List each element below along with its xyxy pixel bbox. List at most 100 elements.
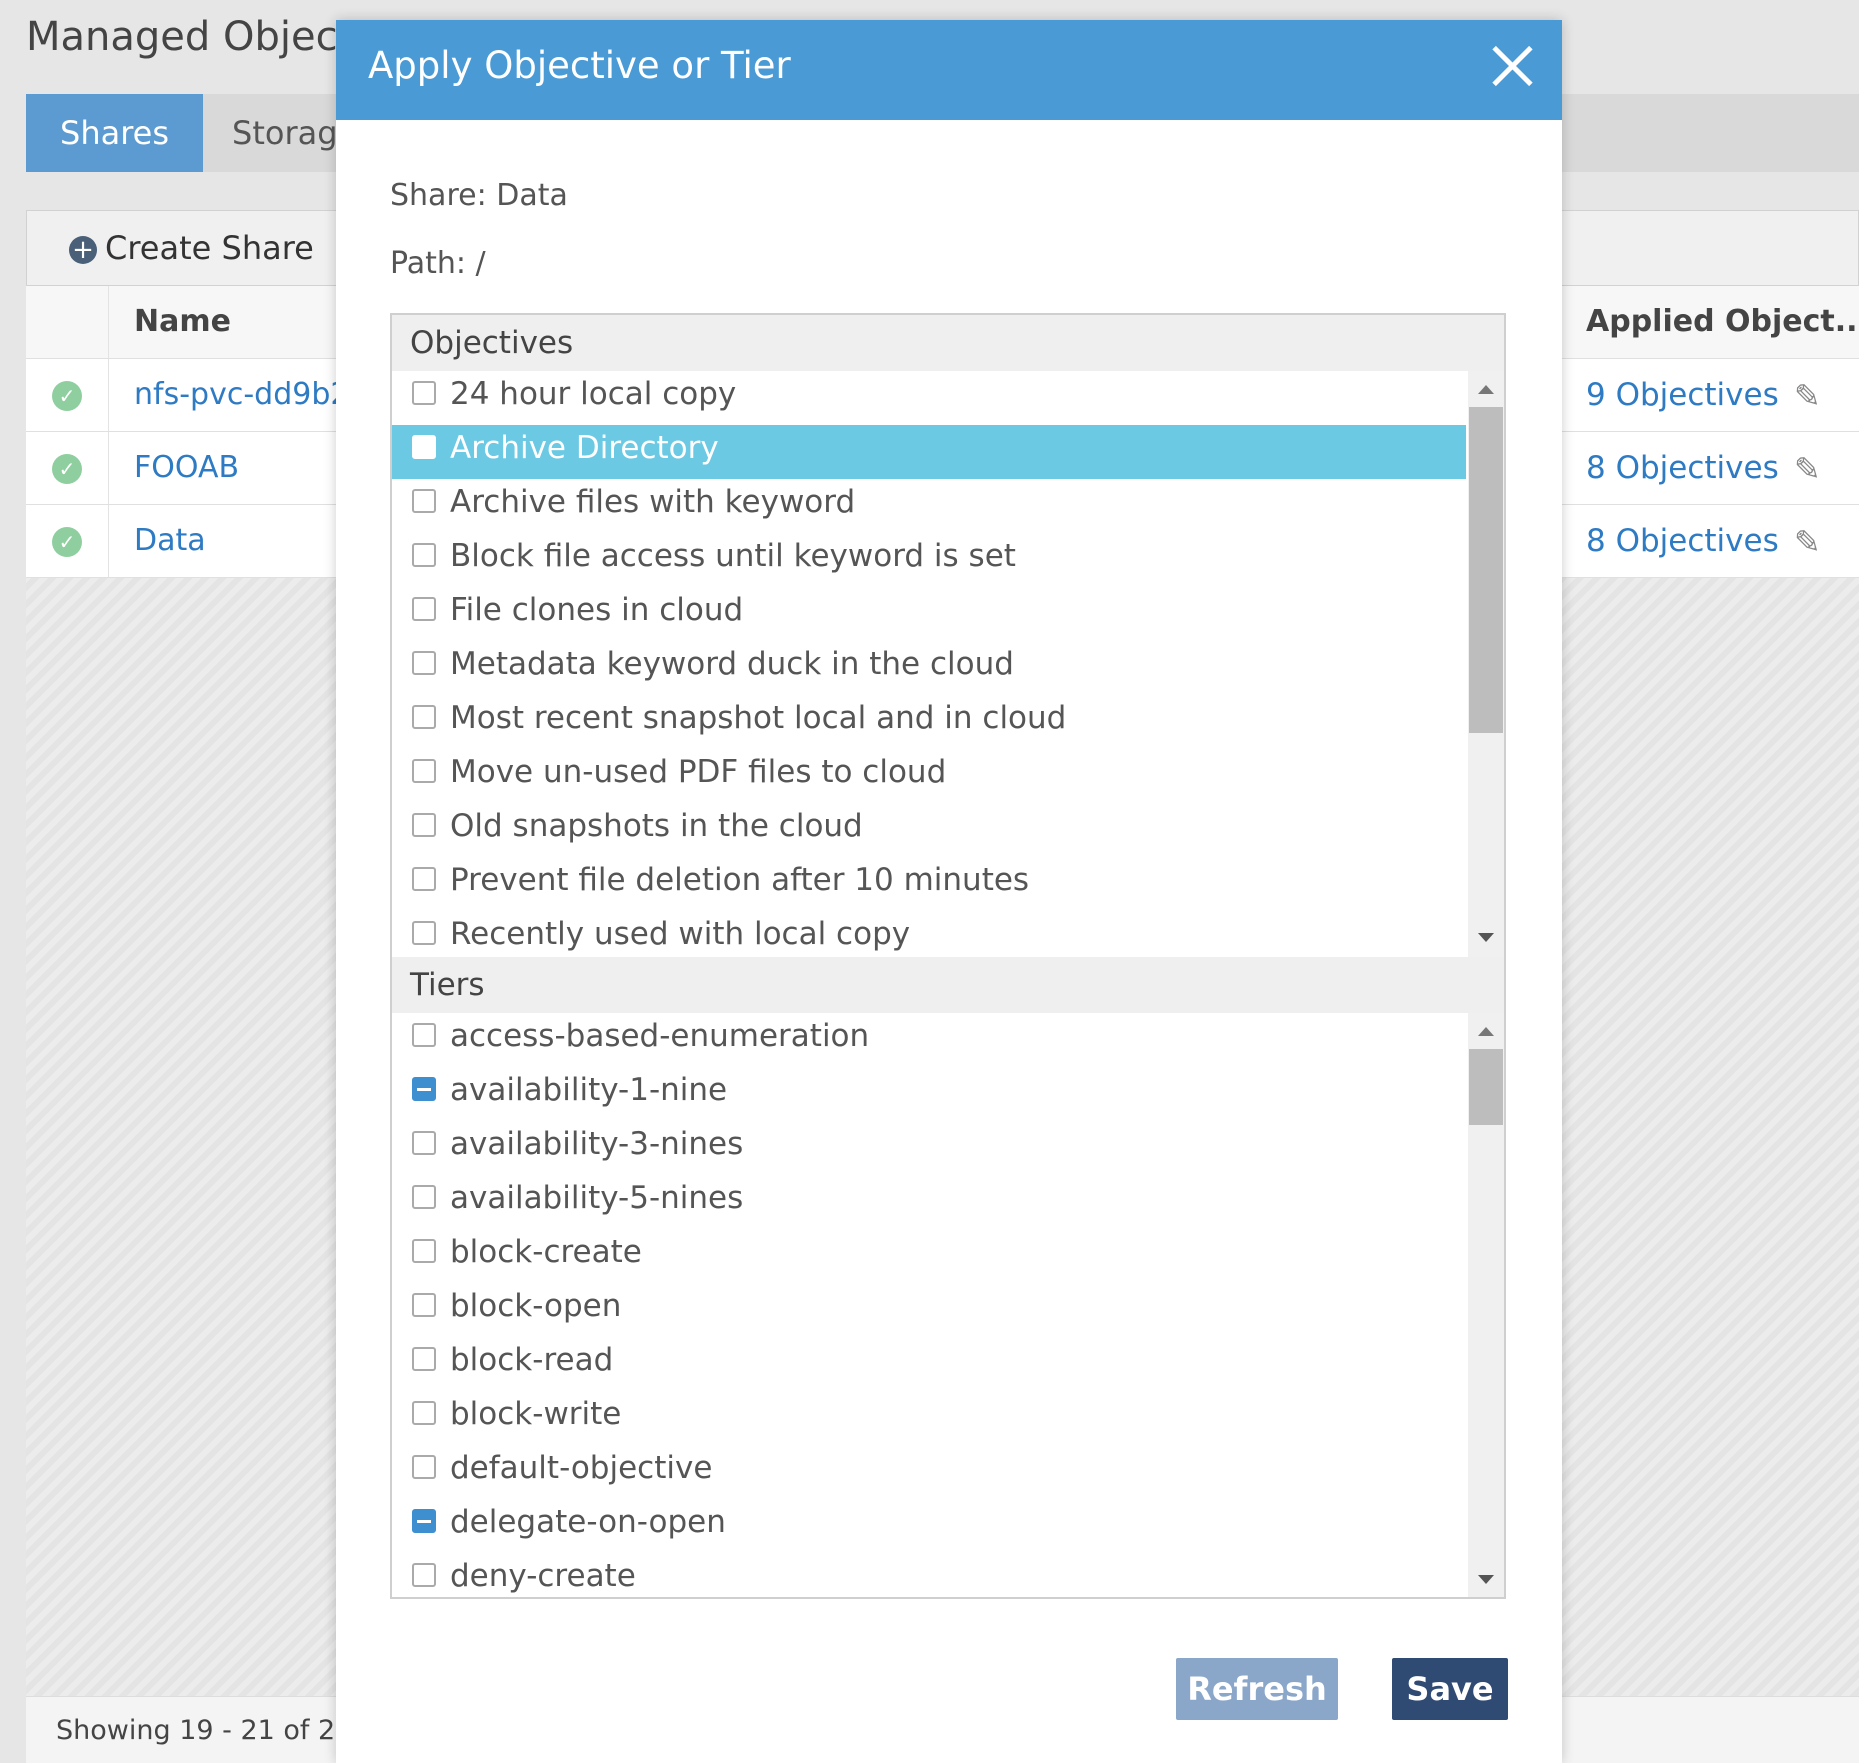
scroll-up-arrow-icon[interactable] xyxy=(1478,1027,1494,1036)
tier-item[interactable]: block-write xyxy=(392,1391,1466,1445)
create-share-label: Create Share xyxy=(105,229,314,267)
objectives-list: 24 hour local copy Archive Directory Archi… xyxy=(392,371,1466,957)
checkbox[interactable] xyxy=(412,1455,436,1479)
tier-item-label: availability-1-nine xyxy=(450,1072,728,1108)
checkbox[interactable] xyxy=(412,543,436,567)
tier-item-label: availability-3-nines xyxy=(450,1126,744,1162)
checkbox[interactable] xyxy=(412,1293,436,1317)
page-title: Managed Object xyxy=(26,14,354,60)
tier-item-label: delegate-on-open xyxy=(450,1504,726,1540)
partial-checkbox[interactable] xyxy=(412,1509,436,1533)
dialog-title: Apply Objective or Tier xyxy=(368,44,791,87)
checkbox[interactable] xyxy=(412,597,436,621)
tiers-heading: Tiers xyxy=(410,967,485,1003)
plus-circle-icon: + xyxy=(69,236,97,264)
checkbox[interactable] xyxy=(412,1347,436,1371)
objective-item[interactable]: Metadata keyword duck in the cloud xyxy=(392,641,1466,695)
objective-item-label: File clones in cloud xyxy=(450,592,744,628)
pencil-icon[interactable]: ✎ xyxy=(1794,450,1821,488)
objective-item-label: Most recent snapshot local and in cloud xyxy=(450,700,1067,736)
check-circle-icon: ✓ xyxy=(52,527,82,557)
tiers-list: access-based-enumeration availability-1-n… xyxy=(392,1013,1466,1597)
objective-item[interactable]: Block file access until keyword is set xyxy=(392,533,1466,587)
tier-item[interactable]: availability-3-nines xyxy=(392,1121,1466,1175)
objective-item[interactable]: Archive Directory xyxy=(392,425,1466,479)
tiers-scroll-thumb[interactable] xyxy=(1469,1049,1503,1125)
checkbox[interactable] xyxy=(412,1185,436,1209)
checkbox[interactable] xyxy=(412,705,436,729)
applied-objectives-link[interactable]: 8 Objectives xyxy=(1586,432,1779,504)
tier-item[interactable]: default-objective xyxy=(392,1445,1466,1499)
objective-item[interactable]: 24 hour local copy xyxy=(392,371,1466,425)
tier-item-label: block-open xyxy=(450,1288,622,1324)
checkbox[interactable] xyxy=(412,1023,436,1047)
objective-item-label: 24 hour local copy xyxy=(450,376,737,412)
tier-item[interactable]: block-open xyxy=(392,1283,1466,1337)
checkbox[interactable] xyxy=(412,1131,436,1155)
objectives-scrollbar[interactable] xyxy=(1468,371,1504,957)
applied-objectives-link[interactable]: 8 Objectives xyxy=(1586,505,1779,577)
checkbox[interactable] xyxy=(412,759,436,783)
partial-checkbox[interactable] xyxy=(412,1077,436,1101)
objective-item[interactable]: Old snapshots in the cloud xyxy=(392,803,1466,857)
checkbox[interactable] xyxy=(412,489,436,513)
status-cell: ✓ xyxy=(26,432,109,504)
objective-item[interactable]: Prevent file deletion after 10 minutes xyxy=(392,857,1466,911)
share-name-link[interactable]: nfs-pvc-dd9b2 xyxy=(134,359,349,431)
objective-item[interactable]: Archive files with keyword xyxy=(392,479,1466,533)
apply-objective-dialog: Apply Objective or Tier Share: Data Path… xyxy=(336,20,1562,1763)
tier-item[interactable]: block-read xyxy=(392,1337,1466,1391)
tier-item[interactable]: deny-create xyxy=(392,1553,1466,1597)
status-cell: ✓ xyxy=(26,505,109,577)
checkbox[interactable] xyxy=(412,921,436,945)
tab-shares[interactable]: Shares xyxy=(26,94,204,172)
checkbox[interactable] xyxy=(412,1239,436,1263)
tier-item-label: default-objective xyxy=(450,1450,713,1486)
objective-item[interactable]: Recently used with local copy xyxy=(392,911,1466,957)
status-cell: ✓ xyxy=(26,359,109,431)
pencil-icon[interactable]: ✎ xyxy=(1794,523,1821,561)
name-column-header[interactable]: Name xyxy=(134,286,231,358)
scroll-up-arrow-icon[interactable] xyxy=(1478,385,1494,394)
checkbox[interactable] xyxy=(412,813,436,837)
checkbox[interactable] xyxy=(412,651,436,675)
checkbox[interactable] xyxy=(412,435,436,459)
tiers-scrollbar[interactable] xyxy=(1468,1013,1504,1597)
scroll-down-arrow-icon[interactable] xyxy=(1478,933,1494,942)
checkbox[interactable] xyxy=(412,381,436,405)
tier-item[interactable]: delegate-on-open xyxy=(392,1499,1466,1553)
tier-item[interactable]: block-create xyxy=(392,1229,1466,1283)
objectives-scroll-thumb[interactable] xyxy=(1469,407,1503,733)
tier-item[interactable]: availability-1-nine xyxy=(392,1067,1466,1121)
refresh-button[interactable]: Refresh xyxy=(1176,1658,1338,1720)
close-icon[interactable] xyxy=(1484,38,1540,94)
tier-item-label: block-write xyxy=(450,1396,622,1432)
checkbox[interactable] xyxy=(412,867,436,891)
share-name-link[interactable]: FOOAB xyxy=(134,432,239,504)
save-button[interactable]: Save xyxy=(1392,1658,1508,1720)
tier-item[interactable]: availability-5-nines xyxy=(392,1175,1466,1229)
objective-item-label: Old snapshots in the cloud xyxy=(450,808,863,844)
objective-item-label: Metadata keyword duck in the cloud xyxy=(450,646,1014,682)
objective-item[interactable]: File clones in cloud xyxy=(392,587,1466,641)
applied-objectives-link[interactable]: 9 Objectives xyxy=(1586,359,1779,431)
create-share-button[interactable]: + Create Share xyxy=(69,229,314,267)
objective-item[interactable]: Move un-used PDF files to cloud xyxy=(392,749,1466,803)
checkbox[interactable] xyxy=(412,1563,436,1587)
path-label: Path: / xyxy=(390,246,486,281)
applied-objectives-column-header[interactable]: Applied Object... xyxy=(1586,286,1859,358)
objective-item-label: Archive files with keyword xyxy=(450,484,856,520)
status-column-header xyxy=(26,286,109,358)
share-label: Share: Data xyxy=(390,178,568,213)
objectives-heading: Objectives xyxy=(410,325,574,361)
tier-item-label: block-create xyxy=(450,1234,642,1270)
scroll-down-arrow-icon[interactable] xyxy=(1478,1575,1494,1584)
share-name-link[interactable]: Data xyxy=(134,505,206,577)
tier-item[interactable]: access-based-enumeration xyxy=(392,1013,1466,1067)
check-circle-icon: ✓ xyxy=(52,454,82,484)
check-circle-icon: ✓ xyxy=(52,381,82,411)
tier-item-label: block-read xyxy=(450,1342,614,1378)
pencil-icon[interactable]: ✎ xyxy=(1794,377,1821,415)
checkbox[interactable] xyxy=(412,1401,436,1425)
objective-item[interactable]: Most recent snapshot local and in cloud xyxy=(392,695,1466,749)
